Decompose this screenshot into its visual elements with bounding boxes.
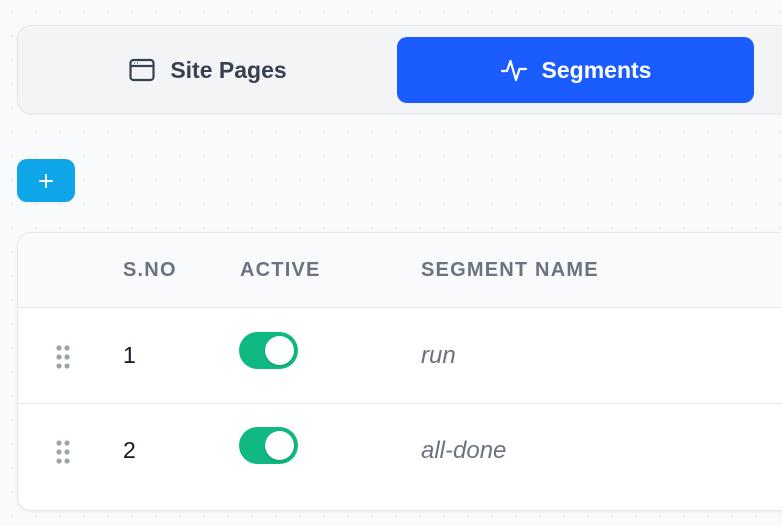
column-header-segment-name: SEGMENT NAME — [421, 259, 599, 281]
toggle-knob — [265, 431, 294, 460]
segment-name: all-done — [421, 437, 507, 464]
active-toggle[interactable] — [239, 427, 298, 464]
add-segment-button[interactable] — [17, 159, 75, 202]
tab-site-pages[interactable]: Site Pages — [29, 37, 386, 103]
row-sno: 2 — [123, 437, 136, 463]
table-row: 1 run — [18, 308, 782, 404]
table-row: 2 all-done — [18, 403, 782, 498]
tab-bar: Site Pages Segments — [17, 25, 782, 114]
column-header-active: ACTIVE — [240, 259, 321, 281]
segments-table: S.NO ACTIVE SEGMENT NAME 1 run 2 all-don… — [17, 232, 782, 511]
drag-handle-icon[interactable] — [55, 344, 71, 370]
browser-window-icon — [128, 56, 156, 84]
table-header: S.NO ACTIVE SEGMENT NAME — [18, 233, 782, 308]
column-header-sno: S.NO — [123, 259, 177, 281]
toggle-knob — [265, 336, 294, 365]
tab-label: Segments — [541, 56, 652, 83]
drag-handle-icon[interactable] — [55, 439, 71, 465]
active-toggle[interactable] — [239, 332, 298, 369]
plus-icon — [37, 172, 55, 190]
tab-segments[interactable]: Segments — [397, 37, 754, 103]
segment-name: run — [421, 342, 456, 369]
row-sno: 1 — [123, 342, 136, 368]
tab-label: Site Pages — [170, 56, 287, 83]
activity-pulse-icon — [500, 56, 528, 84]
